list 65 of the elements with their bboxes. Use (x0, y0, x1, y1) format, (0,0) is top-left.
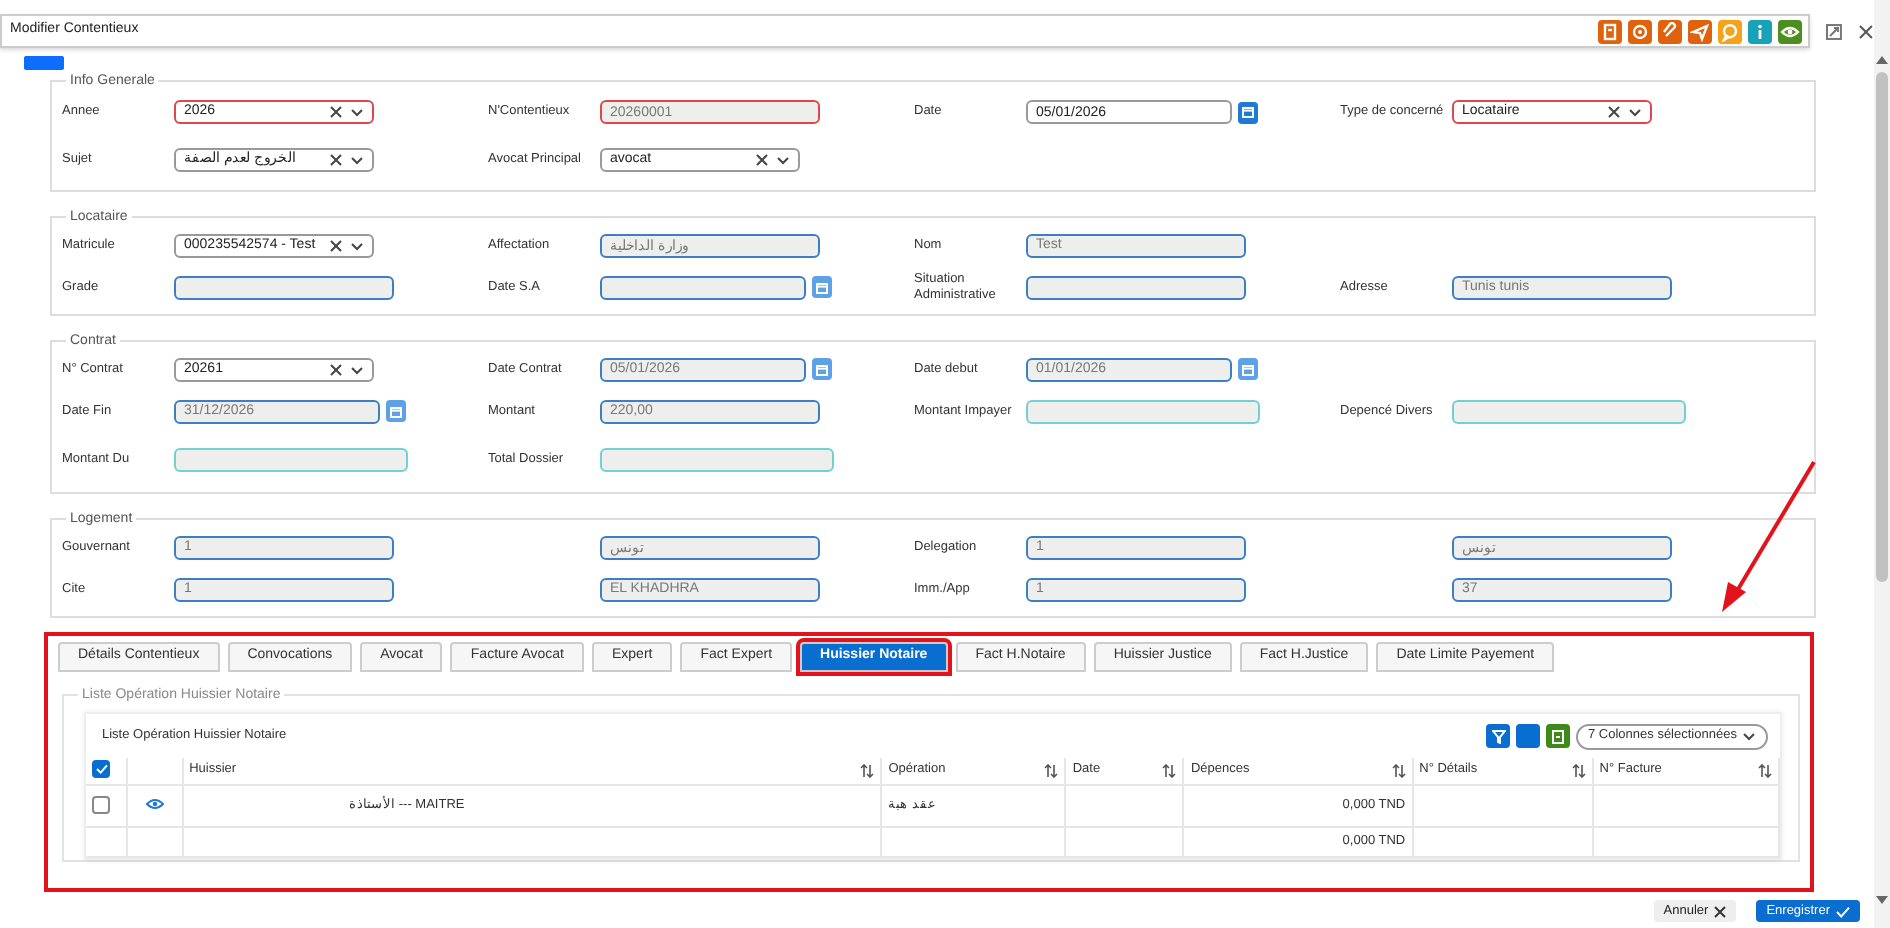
sort-icon (860, 763, 875, 778)
input-field[interactable] (174, 275, 394, 299)
calendar-button[interactable] (1238, 101, 1258, 123)
scroll-up-icon[interactable] (1876, 56, 1888, 64)
clear-icon (330, 363, 342, 375)
close-icon[interactable] (1858, 23, 1874, 39)
chevron-down-icon (350, 363, 364, 375)
eye-icon[interactable] (145, 797, 164, 810)
gear-icon (1630, 21, 1651, 41)
chevron-down-icon (1628, 106, 1642, 118)
chat-icon (1720, 21, 1741, 41)
sort-icon (1044, 763, 1059, 778)
toolbar-button[interactable] (1748, 19, 1773, 43)
checkbox[interactable] (92, 760, 110, 779)
chevron-down-icon (350, 154, 364, 166)
sort-icon (1571, 763, 1586, 778)
calendar-button[interactable] (812, 358, 832, 380)
clear-icon (756, 154, 768, 166)
filter-icon (1491, 729, 1505, 743)
input-field[interactable] (600, 447, 834, 471)
toolbar-button[interactable] (1598, 19, 1623, 43)
document-icon (1552, 729, 1564, 743)
input-field[interactable] (1452, 399, 1686, 423)
date-field[interactable] (600, 275, 806, 299)
clear-icon (1608, 106, 1620, 118)
calendar-icon (1242, 106, 1254, 118)
input-field[interactable] (1026, 399, 1260, 423)
clear-icon (330, 239, 342, 251)
calendar-icon (390, 405, 402, 417)
toolbar-button[interactable] (1628, 19, 1653, 43)
sort-icon (1391, 763, 1406, 778)
paperclip-icon (1660, 21, 1681, 41)
toolbar-button[interactable] (1778, 19, 1803, 43)
toolbar-button[interactable] (1658, 19, 1683, 43)
send-icon (1690, 21, 1711, 41)
scroll-down-icon[interactable] (1876, 896, 1888, 904)
expand-icon[interactable] (1826, 23, 1843, 39)
chevron-down-icon (1742, 730, 1756, 742)
toolbar-button[interactable] (1688, 19, 1713, 43)
calendar-button[interactable] (386, 400, 406, 422)
sort-icon (1758, 763, 1772, 778)
chevron-down-icon (776, 154, 790, 166)
filter-button[interactable] (1486, 724, 1510, 748)
toolbar-button[interactable] (1516, 724, 1540, 748)
chevron-down-icon (350, 239, 364, 251)
input-field[interactable] (174, 447, 408, 471)
close-icon (1714, 905, 1727, 917)
calendar-icon (1242, 363, 1254, 375)
sort-icon (1162, 763, 1177, 778)
calendar-button[interactable] (812, 276, 832, 298)
scrollbar-thumb[interactable] (1876, 72, 1888, 582)
calendar-icon (816, 363, 828, 375)
clear-icon (330, 106, 342, 118)
calendar-button[interactable] (1238, 358, 1258, 380)
chevron-down-icon (350, 106, 364, 118)
eye-icon (1780, 21, 1801, 41)
calendar-icon (816, 281, 828, 293)
check-icon (95, 764, 107, 775)
check-icon (1836, 905, 1850, 917)
toolbar-button[interactable] (1718, 19, 1743, 43)
clear-icon (330, 154, 342, 166)
document-icon (1600, 21, 1621, 41)
checkbox[interactable] (92, 795, 110, 814)
export-button[interactable] (1546, 724, 1570, 748)
input-field[interactable] (1026, 275, 1246, 299)
